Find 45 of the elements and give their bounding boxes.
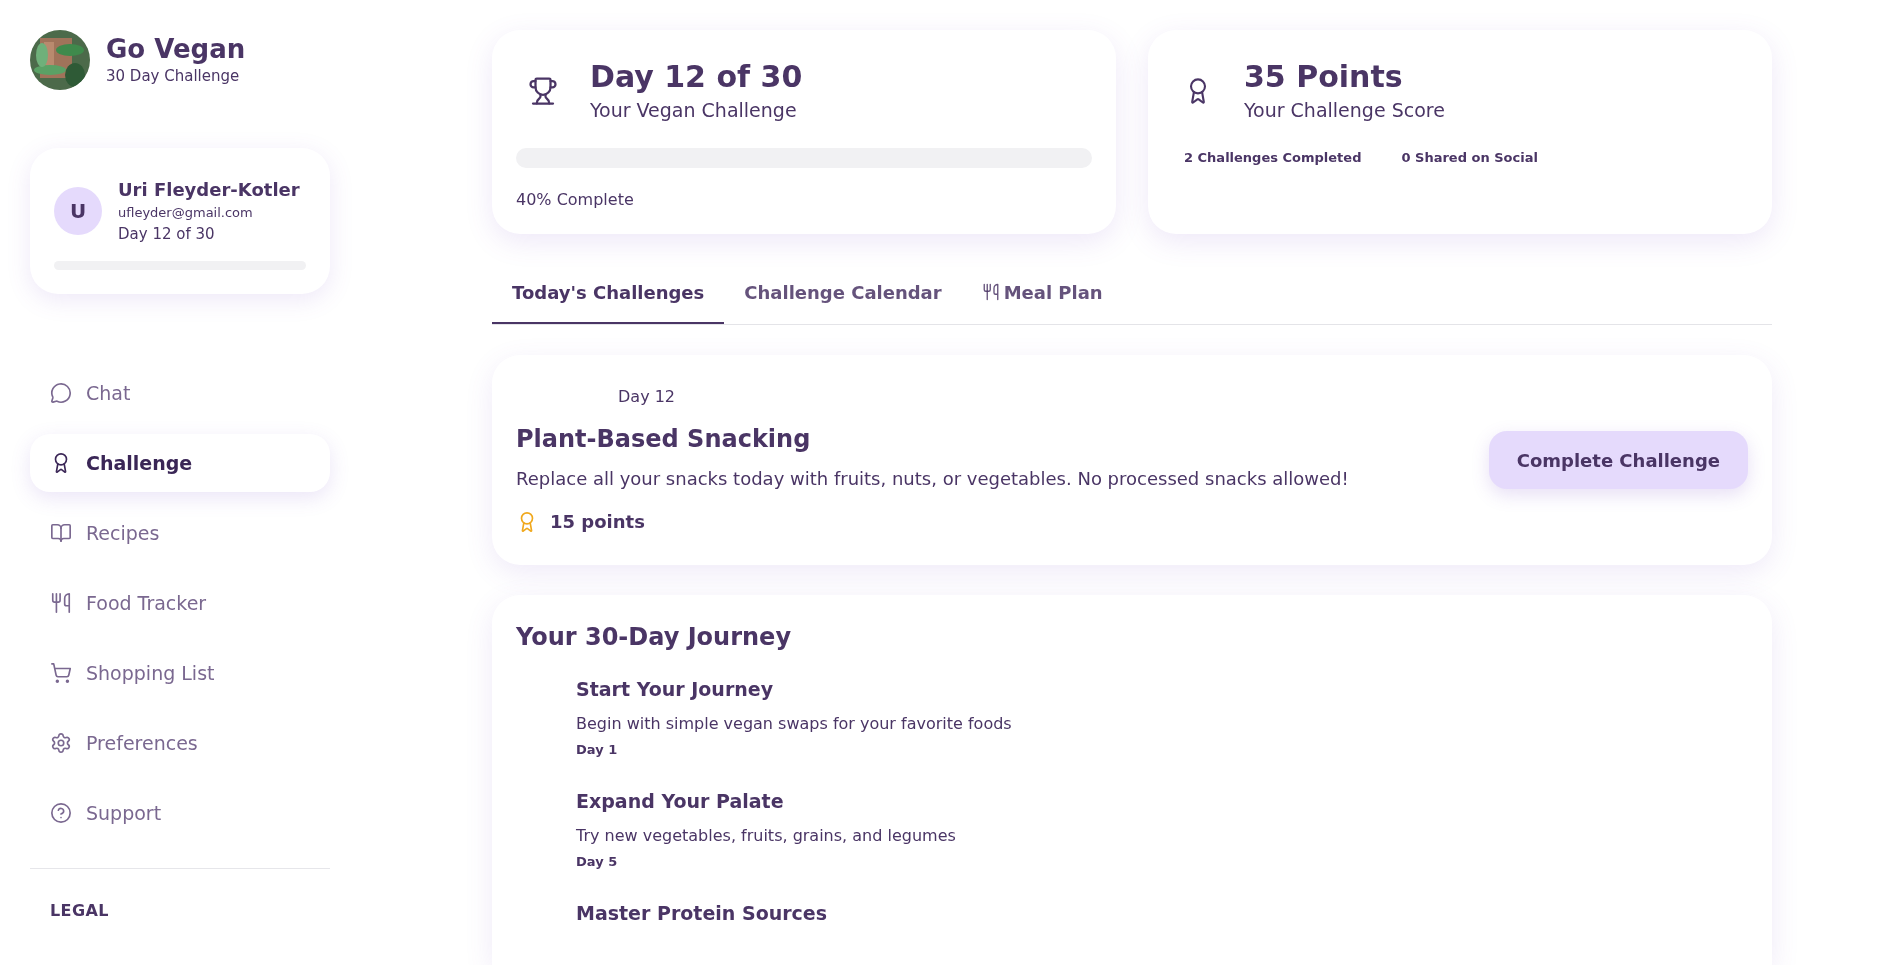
user-avatar: U [54, 186, 102, 235]
card-title: Day 12 of 30 [590, 58, 803, 96]
user-email: ufleyder@gmail.com [118, 204, 254, 222]
stat-label: 2 Challenges Completed [1184, 149, 1362, 167]
milestone-title: Start Your Journey [576, 677, 775, 702]
section-heading: LEGAL [49, 900, 110, 922]
card-title: 35 Points [1244, 58, 1404, 96]
journey-title: Your 30-Day Journey [516, 622, 793, 653]
settings-icon [50, 732, 72, 754]
user-day: Day 12 of 30 [118, 222, 300, 245]
utensils-icon [50, 592, 72, 614]
tab[interactable]: Challenge Calendar [724, 262, 962, 324]
points-label: 15 points [550, 510, 645, 534]
milestone-description: Try new vegetables, fruits, grains, and legumes [576, 824, 957, 847]
complete-challenge-button[interactable]: Complete Challenge [1488, 431, 1748, 489]
nav-item[interactable]: Recipes [30, 504, 330, 562]
progress-reading: 40% Complete [516, 189, 635, 211]
nav-item[interactable]: Challenge [30, 434, 330, 492]
user-name: Uri Fleyder-Kotler [118, 178, 300, 202]
milestone-day: Day 5 [576, 851, 1748, 871]
book-icon [50, 522, 72, 544]
milestone-title: Master Protein Sources [576, 901, 829, 926]
app-subtitle: 30 Day Challenge [106, 66, 241, 87]
nav-item[interactable]: Chat [30, 364, 330, 422]
tab[interactable]: Today's Challenges [492, 262, 725, 324]
nav-item[interactable]: Preferences [30, 714, 330, 772]
card-subtitle: Your Vegan Challenge [590, 97, 798, 123]
utensils-icon [981, 283, 1000, 301]
help-icon [50, 802, 72, 824]
stat-label: 0 Shared on Social [1401, 149, 1538, 167]
nav-item[interactable]: Shopping List [30, 644, 330, 702]
challenge-day: Day 12 [618, 385, 1349, 409]
card-subtitle: Your Challenge Score [1244, 97, 1445, 123]
milestone-title: Expand Your Palate [576, 789, 785, 814]
milestone-description: Begin with simple vegan swaps for your favorite foods [576, 712, 1013, 735]
challenge-description: Replace all your snacks today with fruits, nuts, or vegetables. No processed snacks allowed! [516, 467, 1349, 491]
cart-icon [50, 662, 72, 684]
chat-icon [50, 382, 72, 404]
tab[interactable]: Meal Plan [961, 262, 1123, 324]
nav-item[interactable]: Support [30, 784, 330, 842]
nav-item[interactable]: Food Tracker [30, 574, 330, 632]
app-title: Go Vegan [106, 32, 246, 65]
challenge-title: Plant-Based Snacking [516, 424, 812, 455]
trophy-icon [528, 76, 558, 106]
milestone-day: Day 1 [576, 739, 1748, 759]
